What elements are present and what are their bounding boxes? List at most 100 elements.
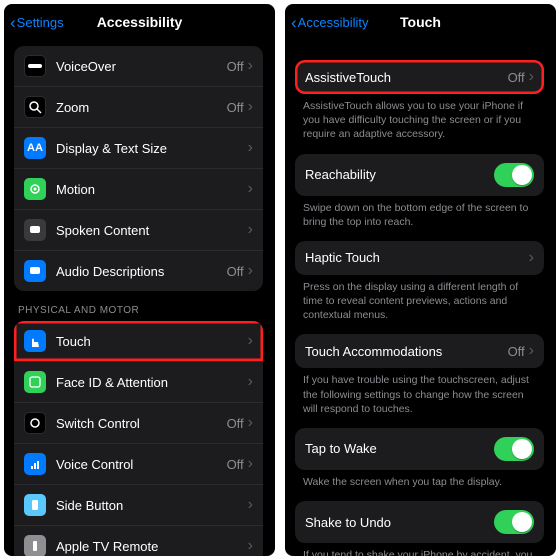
row-label: Switch Control (56, 416, 227, 431)
chevron-right-icon: › (248, 263, 253, 279)
back-button[interactable]: ‹ Settings (10, 14, 64, 31)
row-value: Off (227, 264, 244, 279)
tap-to-wake-toggle[interactable] (494, 437, 534, 461)
row-switch-control[interactable]: Switch Control Off › (14, 402, 263, 443)
chevron-right-icon: › (529, 250, 534, 266)
row-label: Touch Accommodations (305, 344, 508, 359)
nav-header: ‹ Accessibility Touch (285, 4, 556, 40)
row-label: Display & Text Size (56, 141, 248, 156)
reachability-toggle[interactable] (494, 163, 534, 187)
touch-accommodations-group: Touch Accommodations Off › (295, 334, 544, 368)
row-motion[interactable]: Motion › (14, 168, 263, 209)
chevron-right-icon: › (248, 415, 253, 431)
row-voiceover[interactable]: VoiceOver Off › (14, 46, 263, 86)
touch-accommodations-desc: If you have trouble using the touchscree… (285, 368, 554, 428)
touch-icon (24, 330, 46, 352)
chevron-right-icon: › (529, 69, 534, 85)
back-label: Accessibility (298, 15, 369, 30)
row-label: Apple TV Remote (56, 539, 248, 554)
row-value: Off (227, 59, 244, 74)
haptic-touch-desc: Press on the display using a different l… (285, 275, 554, 335)
motion-icon (24, 178, 46, 200)
row-value: Off (227, 416, 244, 431)
row-tap-to-wake[interactable]: Tap to Wake (295, 428, 544, 470)
page-title: Accessibility (97, 14, 183, 30)
row-label: Motion (56, 182, 248, 197)
phone-accessibility: ‹ Settings Accessibility VoiceOver Off ›… (4, 4, 275, 556)
display-text-icon: AA (24, 137, 46, 159)
row-shake-to-undo[interactable]: Shake to Undo (295, 501, 544, 543)
spoken-content-icon (24, 219, 46, 241)
chevron-right-icon: › (248, 333, 253, 349)
row-value: Off (227, 457, 244, 472)
assistivetouch-desc: AssistiveTouch allows you to use your iP… (285, 94, 554, 154)
row-side-button[interactable]: Side Button › (14, 484, 263, 525)
shake-to-undo-group: Shake to Undo (295, 501, 544, 543)
back-label: Settings (17, 15, 64, 30)
voiceover-icon (24, 55, 46, 77)
shake-to-undo-toggle[interactable] (494, 510, 534, 534)
row-label: Shake to Undo (305, 515, 494, 530)
chevron-right-icon: › (248, 222, 253, 238)
tap-to-wake-desc: Wake the screen when you tap the display… (285, 470, 554, 501)
row-label: Spoken Content (56, 223, 248, 238)
shake-to-undo-desc: If you tend to shake your iPhone by acci… (285, 543, 554, 556)
physical-motor-group: Touch › Face ID & Attention › Switch Con… (14, 321, 263, 556)
chevron-right-icon: › (529, 343, 534, 359)
row-label: Face ID & Attention (56, 375, 248, 390)
assistivetouch-group: AssistiveTouch Off › (295, 60, 544, 94)
chevron-right-icon: › (248, 497, 253, 513)
row-label: Audio Descriptions (56, 264, 227, 279)
chevron-right-icon: › (248, 58, 253, 74)
row-spoken-content[interactable]: Spoken Content › (14, 209, 263, 250)
row-label: AssistiveTouch (305, 70, 508, 85)
chevron-right-icon: › (248, 99, 253, 115)
tap-to-wake-group: Tap to Wake (295, 428, 544, 470)
row-value: Off (508, 70, 525, 85)
row-apple-tv-remote[interactable]: Apple TV Remote › (14, 525, 263, 556)
row-value: Off (508, 344, 525, 359)
row-touch-accommodations[interactable]: Touch Accommodations Off › (295, 334, 544, 368)
back-button[interactable]: ‹ Accessibility (291, 14, 368, 31)
row-faceid[interactable]: Face ID & Attention › (14, 361, 263, 402)
haptic-touch-group: Haptic Touch › (295, 241, 544, 275)
row-label: Zoom (56, 100, 227, 115)
nav-header: ‹ Settings Accessibility (4, 4, 275, 40)
row-reachability[interactable]: Reachability (295, 154, 544, 196)
row-assistivetouch[interactable]: AssistiveTouch Off › (295, 60, 544, 94)
side-button-icon (24, 494, 46, 516)
zoom-icon (24, 96, 46, 118)
row-haptic-touch[interactable]: Haptic Touch › (295, 241, 544, 275)
chevron-right-icon: › (248, 456, 253, 472)
chevron-right-icon: › (248, 140, 253, 156)
remote-icon (24, 535, 46, 556)
chevron-right-icon: › (248, 374, 253, 390)
phone-touch: ‹ Accessibility Touch AssistiveTouch Off… (285, 4, 556, 556)
row-label: VoiceOver (56, 59, 227, 74)
row-zoom[interactable]: Zoom Off › (14, 86, 263, 127)
row-voice-control[interactable]: Voice Control Off › (14, 443, 263, 484)
vision-group: VoiceOver Off › Zoom Off › AA Display & … (14, 46, 263, 291)
page-title: Touch (400, 14, 441, 30)
row-label: Touch (56, 334, 248, 349)
row-label: Reachability (305, 167, 494, 182)
faceid-icon (24, 371, 46, 393)
chevron-left-icon: ‹ (10, 14, 16, 31)
row-label: Side Button (56, 498, 248, 513)
row-label: Tap to Wake (305, 441, 494, 456)
row-value: Off (227, 100, 244, 115)
row-label: Haptic Touch (305, 250, 529, 265)
row-audio-descriptions[interactable]: Audio Descriptions Off › (14, 250, 263, 291)
reachability-group: Reachability (295, 154, 544, 196)
row-label: Voice Control (56, 457, 227, 472)
row-display-text-size[interactable]: AA Display & Text Size › (14, 127, 263, 168)
chevron-left-icon: ‹ (291, 14, 297, 31)
audio-descriptions-icon (24, 260, 46, 282)
switch-control-icon (24, 412, 46, 434)
voice-control-icon (24, 453, 46, 475)
chevron-right-icon: › (248, 538, 253, 554)
chevron-right-icon: › (248, 181, 253, 197)
reachability-desc: Swipe down on the bottom edge of the scr… (285, 196, 554, 241)
row-touch[interactable]: Touch › (14, 321, 263, 361)
section-header-physical: PHYSICAL AND MOTOR (4, 291, 273, 321)
